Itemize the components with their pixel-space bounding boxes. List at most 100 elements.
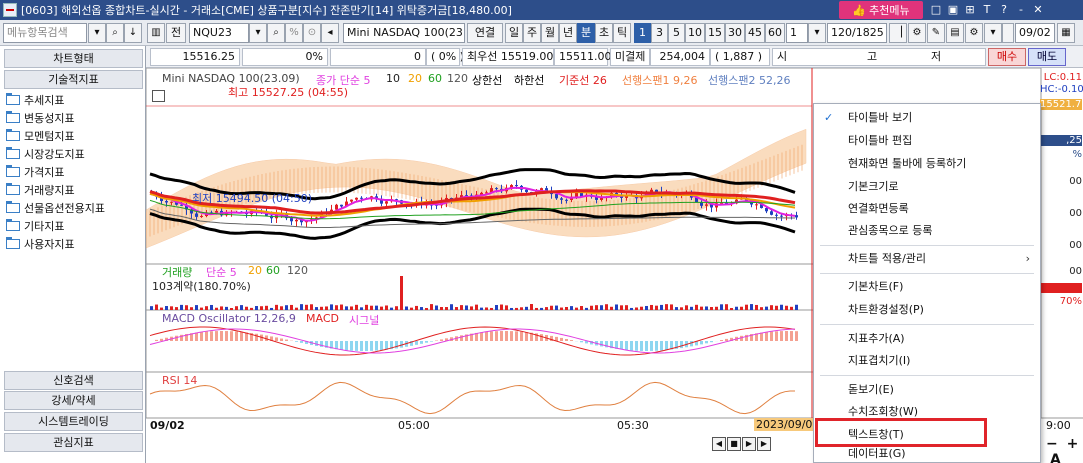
- favorite-indicator-tab[interactable]: 관심지표: [4, 433, 143, 452]
- interval-30[interactable]: 30: [725, 23, 745, 43]
- scroll-stop-icon[interactable]: ■: [727, 437, 741, 451]
- strength-tab[interactable]: 강세/약세: [4, 391, 143, 410]
- interval-1[interactable]: 1: [634, 23, 651, 43]
- volume-bar: [500, 304, 503, 310]
- interval-10[interactable]: 10: [685, 23, 705, 43]
- close-icon[interactable]: ✕: [1031, 2, 1045, 17]
- grid-icon[interactable]: ⊞: [963, 2, 977, 17]
- zoom-in-icon[interactable]: +: [1067, 436, 1079, 452]
- zoom-out-icon[interactable]: −: [1046, 436, 1058, 452]
- tree-item[interactable]: 변동성지표: [6, 109, 105, 127]
- recommended-menu-button[interactable]: 👍 추천메뉴: [839, 1, 923, 19]
- menu-item-add-indicator[interactable]: 지표추가(A): [814, 328, 1040, 350]
- volume-bar: [185, 305, 188, 310]
- tree-item[interactable]: 기타지표: [6, 217, 105, 235]
- minimize-icon[interactable]: -: [1014, 2, 1028, 17]
- code-search-icon[interactable]: ⌕: [267, 23, 285, 43]
- volume-bar: [360, 307, 363, 310]
- interval-3[interactable]: 3: [651, 23, 668, 43]
- buy-button[interactable]: 매수: [988, 48, 1026, 66]
- x-date-box: 2023/09/0: [754, 418, 815, 431]
- menu-search-input[interactable]: 메뉴항목검색: [3, 23, 87, 43]
- macd-bar: [230, 331, 233, 341]
- menu-item-basic-chart[interactable]: 기본차트(F): [814, 276, 1040, 298]
- menu-item-add-favorite[interactable]: 관심종목으로 등록: [814, 220, 1040, 242]
- interval-45[interactable]: 45: [745, 23, 765, 43]
- count-input[interactable]: 120/1825: [827, 23, 887, 43]
- candle-body: [755, 204, 758, 206]
- period-month[interactable]: 월: [541, 23, 559, 43]
- interval-15[interactable]: 15: [705, 23, 725, 43]
- period-day[interactable]: 일: [505, 23, 523, 43]
- calendar-icon[interactable]: ▦: [1057, 23, 1075, 43]
- code-input[interactable]: NQU23: [189, 23, 249, 43]
- menu-item-default-size[interactable]: 기본크기로: [814, 176, 1040, 198]
- period-minute[interactable]: 분: [577, 23, 595, 43]
- menu-item-chart-frame[interactable]: 차트틀 적용/관리 ›: [814, 248, 1040, 270]
- download-icon[interactable]: ↓: [124, 23, 142, 43]
- table-icon[interactable]: [152, 90, 165, 102]
- type-button[interactable]: 전: [166, 23, 186, 43]
- chart-icon[interactable]: ▥: [147, 23, 165, 43]
- interval-5[interactable]: 5: [668, 23, 685, 43]
- menu-item-link-register[interactable]: 연결화면등록: [814, 198, 1040, 220]
- link-button[interactable]: 연결: [467, 23, 503, 43]
- system-trading-tab[interactable]: 시스템트레이딩: [4, 412, 143, 431]
- interval-dropdown-icon[interactable]: ▾: [808, 23, 826, 43]
- lock-icon[interactable]: ⊙: [303, 23, 321, 43]
- code-dropdown-icon[interactable]: ▾: [249, 23, 267, 43]
- period-year[interactable]: 년: [559, 23, 577, 43]
- checkbox-d[interactable]: [1002, 23, 1014, 43]
- menu-item-register-toolbar[interactable]: 현재화면 툴바에 등록하기: [814, 153, 1040, 175]
- sell-button[interactable]: 매도: [1028, 48, 1066, 66]
- period-week[interactable]: 주: [523, 23, 541, 43]
- layout-icon[interactable]: ▣: [946, 2, 960, 17]
- gear-icon[interactable]: ⚙: [965, 23, 983, 43]
- prev-icon[interactable]: ◂: [321, 23, 339, 43]
- tree-item[interactable]: 거래량지표: [6, 181, 105, 199]
- menu-item-overlay-indicator[interactable]: 지표겹치기(I): [814, 350, 1040, 372]
- restore-icon[interactable]: □: [929, 2, 943, 17]
- chart-type-tab[interactable]: 차트형태: [4, 49, 143, 68]
- help-icon[interactable]: ?: [997, 2, 1011, 17]
- text-icon[interactable]: T: [980, 2, 994, 17]
- tree-item[interactable]: 가격지표: [6, 163, 105, 181]
- macd-bar: [205, 331, 208, 341]
- tree-item[interactable]: 선물옵션전용지표: [6, 199, 105, 217]
- tree-item[interactable]: 사용자지표: [6, 235, 105, 253]
- tree-item[interactable]: 추세지표: [6, 91, 105, 109]
- scroll-end-icon[interactable]: ▶: [742, 437, 756, 451]
- tree-item[interactable]: 시장강도지표: [6, 145, 105, 163]
- interval-custom-input[interactable]: 1: [786, 23, 808, 43]
- menu-item-magnifier[interactable]: 돋보기(E): [814, 379, 1040, 401]
- menu-item-titlebar-edit[interactable]: 타이틀바 편집: [814, 130, 1040, 152]
- menu-item-data-table[interactable]: 데이터표(G): [814, 445, 1040, 463]
- volume-bar: [645, 305, 648, 310]
- menu-item-titlebar-view[interactable]: ✓ 타이틀바 보기: [814, 107, 1040, 129]
- signal-search-tab[interactable]: 신호검색: [4, 371, 143, 390]
- technical-indicator-tab[interactable]: 기술적지표: [4, 70, 143, 89]
- settings-icon[interactable]: ⚙: [908, 23, 926, 43]
- scroll-first-icon[interactable]: ◀: [712, 437, 726, 451]
- volume-bar: [400, 276, 403, 310]
- scroll-icon[interactable]: ▕: [889, 23, 907, 43]
- macd-bar: [380, 341, 383, 351]
- period-second[interactable]: 초: [595, 23, 613, 43]
- folder-icon: [6, 183, 20, 195]
- scroll-play-icon[interactable]: ▶: [757, 437, 771, 451]
- font-size-icon[interactable]: A: [1050, 452, 1061, 463]
- dropdown-icon[interactable]: ▾: [984, 23, 1002, 43]
- search-icon[interactable]: ⌕: [106, 23, 124, 43]
- print-icon[interactable]: ▤: [946, 23, 964, 43]
- submenu-arrow-icon: ›: [1025, 252, 1030, 265]
- tools-icon[interactable]: ✎: [927, 23, 945, 43]
- menu-item-chart-settings[interactable]: 차트환경설정(P): [814, 299, 1040, 321]
- product-name-field: Mini NASDAQ 100(23.0: [343, 23, 465, 43]
- period-tick[interactable]: 틱: [613, 23, 631, 43]
- macd-bar: [375, 341, 378, 351]
- tree-item[interactable]: 모멘텀지표: [6, 127, 105, 145]
- interval-60[interactable]: 60: [765, 23, 785, 43]
- dropdown-chevron-icon[interactable]: ▾: [88, 23, 106, 43]
- percent-icon[interactable]: %: [285, 23, 303, 43]
- date-input[interactable]: 09/02: [1015, 23, 1055, 43]
